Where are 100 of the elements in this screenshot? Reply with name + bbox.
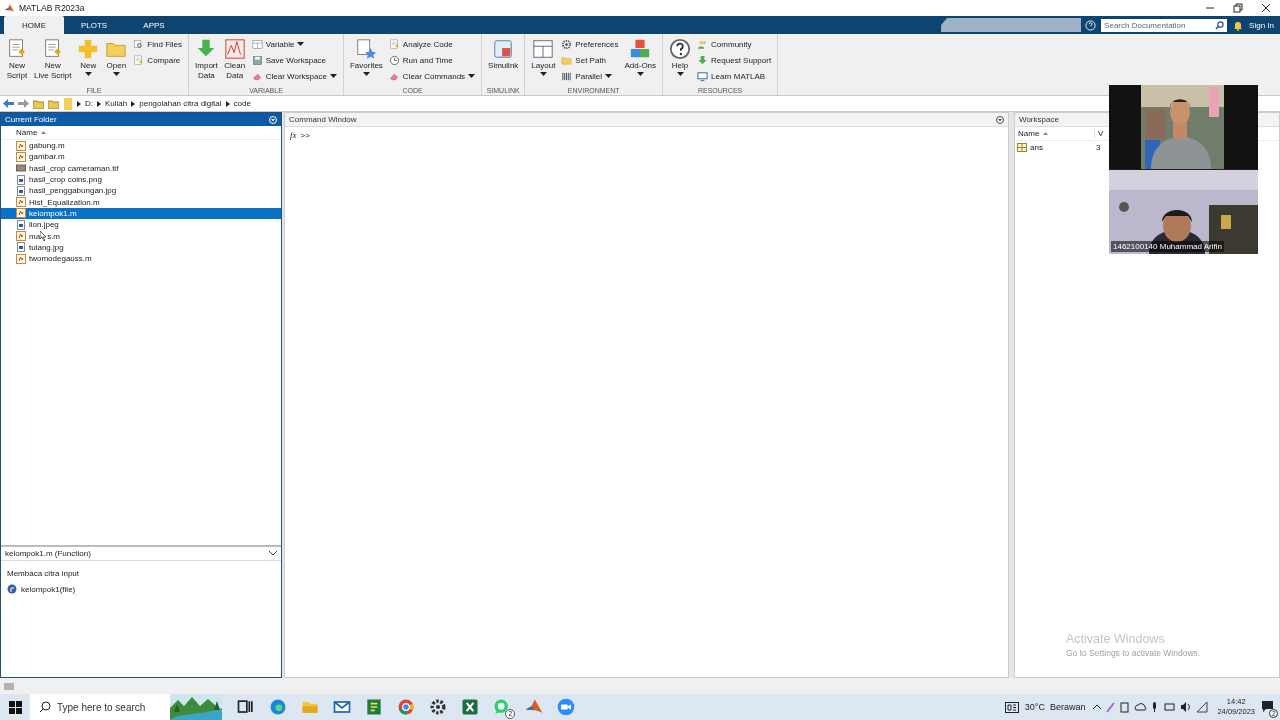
window-title: MATLAB R2023a — [19, 3, 86, 13]
ribbon-tab[interactable]: PLOTS — [64, 16, 124, 34]
ribbon-button[interactable]: Clean Data — [221, 36, 248, 81]
news-icon[interactable] — [1004, 701, 1019, 713]
file-item[interactable]: gabung.m — [1, 140, 281, 152]
ribbon-button[interactable]: New Live Script — [32, 36, 74, 81]
close-icon[interactable] — [1261, 3, 1271, 13]
ribbon-button[interactable]: New Script — [4, 36, 30, 81]
ribbon-button[interactable]: Compare — [131, 52, 185, 68]
ribbon-button[interactable]: Add-Ons — [622, 36, 659, 76]
settings-icon[interactable] — [428, 697, 448, 717]
panel-menu-icon[interactable] — [996, 115, 1004, 124]
variable-name[interactable]: ans — [1030, 143, 1043, 152]
script-file-icon — [16, 151, 26, 162]
breadcrumb[interactable]: code — [233, 99, 251, 108]
description-text: Membaca citra input — [6, 568, 81, 578]
monitor-icon — [697, 70, 709, 82]
ribbon-button[interactable]: Save Workspace — [249, 52, 339, 68]
ribbon-button[interactable]: Simulink — [486, 36, 521, 71]
ribbon-button[interactable]: Preferences — [559, 36, 621, 52]
search-icon — [39, 701, 51, 713]
function-icon — [7, 584, 17, 594]
magnifier-icon — [133, 38, 145, 50]
ribbon-button[interactable]: Parallel — [559, 68, 621, 84]
image-file-icon — [16, 242, 26, 253]
file-item[interactable]: hasil_crop cameraman.tif — [1, 162, 281, 174]
script-file-icon — [16, 231, 26, 241]
ribbon-button[interactable]: Clear Workspace — [249, 68, 339, 84]
breadcrumb[interactable]: D: — [85, 99, 93, 108]
ribbon-tab[interactable]: APPS — [124, 16, 184, 34]
browser-icon[interactable] — [268, 697, 288, 717]
ribbon-button[interactable]: Run and Time — [386, 52, 478, 68]
caret-icon — [297, 42, 305, 46]
chevron-down-icon[interactable] — [269, 551, 277, 556]
panel-title: Current Folder — [5, 115, 57, 124]
ribbon-button[interactable]: Community — [695, 36, 774, 52]
caret-icon — [329, 74, 337, 78]
ribbon-button[interactable]: Set Path — [559, 52, 621, 68]
forward-arrow-icon[interactable] — [18, 99, 29, 108]
spreadsheet-icon[interactable] — [460, 697, 480, 717]
image-file-icon — [16, 219, 26, 230]
windows-logo-icon[interactable] — [8, 700, 22, 714]
folder-up-icon[interactable] — [33, 98, 44, 109]
column-header[interactable]: V — [1095, 129, 1104, 138]
notes-icon[interactable] — [364, 697, 384, 717]
column-header[interactable]: Name — [16, 128, 38, 137]
chevron-icon — [225, 100, 230, 107]
ribbon-button[interactable]: Learn MATLAB — [695, 68, 774, 84]
folder-icon — [561, 54, 573, 66]
image-file-icon — [16, 185, 26, 196]
ribbon-button[interactable]: Request Support — [695, 52, 774, 68]
ribbon-button[interactable]: Open — [103, 36, 130, 76]
bell-icon[interactable] — [1233, 19, 1244, 31]
command-prompt: >> — [300, 130, 310, 140]
column-header[interactable]: Name — [1018, 129, 1040, 138]
file-item[interactable]: ma s.m — [1, 230, 281, 242]
breadcrumb[interactable]: pengolahan citra digital — [139, 99, 222, 108]
sign-in-link[interactable]: Sign In — [1249, 20, 1274, 30]
notification-icon[interactable] — [1261, 699, 1274, 713]
file-item[interactable]: Hist_Equalization.m — [1, 196, 281, 208]
ribbon-button[interactable]: Layout — [529, 36, 558, 76]
ribbon-button[interactable]: Variable — [249, 36, 339, 52]
ribbon-button[interactable]: Find Files — [131, 36, 185, 52]
caret-icon — [676, 72, 684, 76]
help-icon[interactable] — [1085, 19, 1097, 31]
ribbon-button[interactable]: New — [75, 36, 102, 76]
file-item[interactable]: twomodegauss.m — [1, 252, 281, 265]
ribbon-button[interactable]: Import Data — [193, 36, 220, 81]
file-item[interactable]: hasil_crop coins.png — [1, 173, 281, 186]
file-item[interactable]: lion.jpeg — [1, 219, 281, 231]
weather-text[interactable]: 30°C Berawan — [1024, 702, 1086, 712]
file-item[interactable]: hasil_penggabungan.jpg — [1, 185, 281, 197]
function-browser-symbol[interactable]: fx — [290, 130, 297, 140]
function-signature: kelompok1(file) — [21, 584, 76, 594]
breadcrumb[interactable]: Kuliah — [105, 99, 128, 108]
file-item[interactable]: tulang.jpg — [1, 241, 281, 253]
search-field[interactable]: Search Documentation — [1101, 18, 1228, 32]
document-icon — [133, 54, 145, 66]
chevron-icon — [97, 100, 101, 107]
search-icon — [1215, 20, 1225, 30]
arrow-icon — [697, 54, 709, 66]
ribbon-button[interactable]: Help — [667, 36, 694, 76]
file-item[interactable]: kelompok1.m — [1, 207, 281, 220]
block-icon — [492, 38, 515, 60]
camera-icon[interactable] — [556, 697, 576, 717]
sort-arrow-icon — [41, 131, 47, 134]
browse-folder-icon[interactable] — [48, 98, 59, 109]
image-file-icon — [16, 163, 26, 174]
browser-icon[interactable] — [396, 697, 416, 717]
ribbon-button[interactable]: Analyze Code — [386, 36, 478, 52]
ribbon-tab[interactable]: HOME — [4, 16, 64, 34]
ribbon-button[interactable]: Favorites — [347, 36, 385, 76]
back-arrow-icon[interactable] — [3, 99, 14, 108]
taskbar-search-field[interactable]: Type here to search — [30, 694, 170, 720]
caret-icon — [468, 74, 476, 78]
restore-icon[interactable] — [1233, 3, 1243, 13]
ribbon-button[interactable]: Clear Commands — [386, 68, 478, 84]
caret-icon — [539, 72, 547, 76]
activation-text: Go to Settings to activate Windows. — [1066, 648, 1201, 658]
file-item[interactable]: gambar.m — [1, 151, 281, 163]
